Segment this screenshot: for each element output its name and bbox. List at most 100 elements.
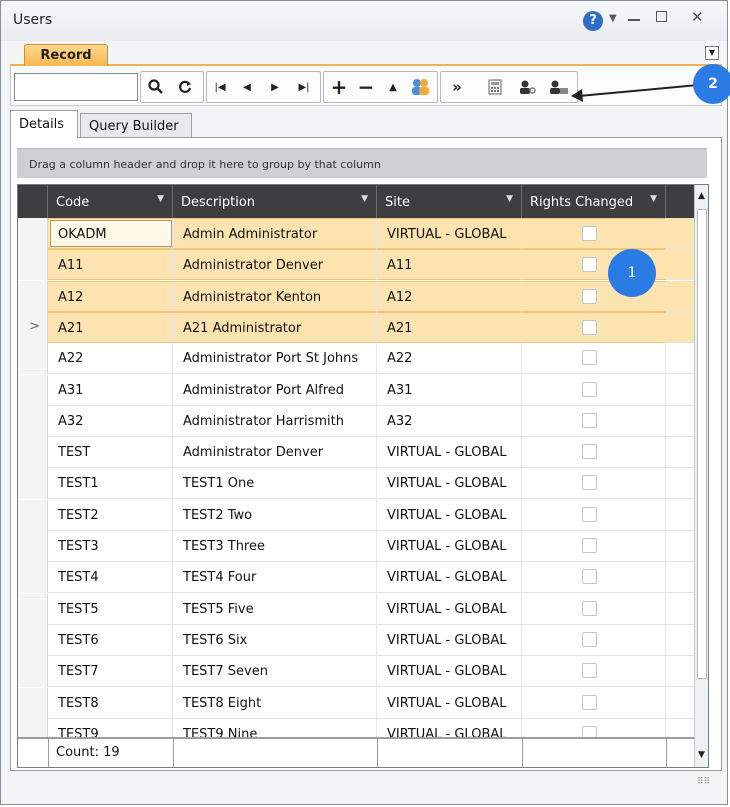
calculator-icon[interactable] — [482, 74, 508, 100]
row-indicator[interactable] — [18, 280, 48, 312]
description-cell[interactable]: TEST7 Seven — [173, 656, 377, 688]
table-row[interactable]: TEST7 TEST7 Seven VIRTUAL - GLOBAL — [18, 656, 694, 688]
last-record-icon[interactable]: ▶| — [290, 74, 318, 100]
description-cell[interactable]: TEST1 One — [173, 468, 377, 500]
maximize-icon[interactable] — [656, 11, 667, 22]
rights-changed-checkbox[interactable] — [582, 600, 597, 616]
code-cell[interactable]: TEST3 — [48, 531, 173, 562]
code-cell[interactable]: TEST5 — [48, 593, 173, 625]
collapse-ribbon-icon[interactable]: ▼ — [705, 46, 719, 60]
description-cell[interactable]: Administrator Kenton — [173, 280, 377, 312]
rights-changed-checkbox[interactable] — [582, 631, 597, 647]
code-cell[interactable]: TEST1 — [48, 468, 173, 500]
code-cell[interactable]: A22 — [48, 343, 173, 375]
code-cell[interactable]: OKADM — [48, 218, 173, 249]
rights-changed-checkbox[interactable] — [582, 257, 597, 273]
column-header-code[interactable]: Code ▼ — [48, 185, 173, 218]
code-cell[interactable]: A31 — [48, 374, 173, 406]
site-cell[interactable]: VIRTUAL - GLOBAL — [377, 562, 522, 594]
code-cell[interactable]: TEST4 — [48, 562, 173, 594]
rights-changed-checkbox[interactable] — [582, 381, 597, 397]
rights-changed-checkbox[interactable] — [582, 226, 597, 241]
code-cell[interactable]: TEST — [48, 437, 173, 469]
row-indicator[interactable] — [18, 593, 48, 625]
row-indicator[interactable] — [18, 218, 48, 249]
first-record-icon[interactable]: |◀ — [207, 74, 233, 100]
code-cell[interactable]: TEST8 — [48, 687, 173, 719]
row-indicator[interactable] — [18, 468, 48, 500]
code-cell[interactable]: TEST6 — [48, 624, 173, 656]
rights-changed-checkbox[interactable] — [582, 319, 597, 335]
rights-changed-checkbox[interactable] — [582, 475, 597, 491]
table-row[interactable]: > A21 A21 Administrator A21 — [18, 311, 694, 343]
description-cell[interactable]: A21 Administrator — [173, 311, 377, 343]
code-cell[interactable]: TEST2 — [48, 499, 173, 531]
more-icon[interactable]: » — [444, 74, 470, 100]
remove-icon[interactable]: − — [353, 74, 379, 100]
table-row[interactable]: TEST6 TEST6 Six VIRTUAL - GLOBAL — [18, 624, 694, 656]
description-cell[interactable]: TEST5 Five — [173, 593, 377, 625]
description-cell[interactable]: TEST8 Eight — [173, 687, 377, 719]
scroll-down-icon[interactable]: ▼ — [698, 750, 705, 760]
code-cell[interactable]: TEST7 — [48, 656, 173, 688]
filter-icon[interactable]: ▼ — [361, 194, 368, 204]
description-cell[interactable]: Administrator Denver — [173, 249, 377, 281]
table-row[interactable]: A32 Administrator Harrismith A32 — [18, 405, 694, 437]
dropdown-icon[interactable]: ▼ — [609, 13, 629, 33]
minimize-icon[interactable] — [628, 19, 640, 21]
site-cell[interactable]: VIRTUAL - GLOBAL — [377, 687, 522, 719]
row-indicator[interactable] — [18, 437, 48, 469]
column-header-description[interactable]: Description ▼ — [173, 185, 377, 218]
search-icon[interactable] — [143, 74, 169, 100]
refresh-icon[interactable] — [172, 74, 198, 100]
description-cell[interactable]: Administrator Denver — [173, 437, 377, 469]
table-row[interactable]: TEST5 TEST5 Five VIRTUAL - GLOBAL — [18, 593, 694, 625]
filter-icon[interactable]: ▼ — [650, 194, 657, 204]
close-icon[interactable]: ✕ — [691, 8, 711, 28]
table-row[interactable]: TEST3 TEST3 Three VIRTUAL - GLOBAL — [18, 531, 694, 562]
up-icon[interactable]: ▲ — [380, 74, 406, 100]
vertical-scrollbar[interactable]: ▲ ▼ — [694, 185, 708, 767]
site-cell[interactable]: A22 — [377, 343, 522, 375]
table-row[interactable]: TEST8 TEST8 Eight VIRTUAL - GLOBAL — [18, 687, 694, 719]
site-cell[interactable]: VIRTUAL - GLOBAL — [377, 593, 522, 625]
scroll-thumb[interactable] — [697, 209, 707, 679]
site-cell[interactable]: VIRTUAL - GLOBAL — [377, 468, 522, 500]
scroll-up-icon[interactable]: ▲ — [698, 191, 705, 201]
row-indicator[interactable]: > — [18, 311, 48, 343]
site-cell[interactable]: A11 — [377, 249, 522, 281]
row-indicator[interactable] — [18, 343, 48, 375]
rights-changed-checkbox[interactable] — [582, 538, 597, 553]
site-cell[interactable]: VIRTUAL - GLOBAL — [377, 624, 522, 656]
rights-changed-checkbox[interactable] — [582, 412, 597, 428]
row-indicator[interactable] — [18, 687, 48, 719]
record-tab[interactable]: Record — [24, 44, 108, 68]
table-row[interactable]: A22 Administrator Port St Johns A22 — [18, 343, 694, 375]
site-cell[interactable]: VIRTUAL - GLOBAL — [377, 499, 522, 531]
add-icon[interactable]: + — [326, 74, 352, 100]
rights-changed-checkbox[interactable] — [582, 288, 597, 304]
users-icon[interactable] — [406, 74, 434, 100]
rights-changed-checkbox[interactable] — [582, 569, 597, 585]
table-row[interactable]: A31 Administrator Port Alfred A31 — [18, 374, 694, 406]
site-cell[interactable]: A12 — [377, 280, 522, 312]
help-icon[interactable]: ? — [583, 11, 603, 31]
filter-icon[interactable]: ▼ — [506, 194, 513, 204]
site-cell[interactable]: VIRTUAL - GLOBAL — [377, 437, 522, 469]
table-row[interactable]: A11 Administrator Denver A11 — [18, 249, 694, 281]
tab-query-builder[interactable]: Query Builder — [80, 113, 192, 138]
row-indicator[interactable] — [18, 624, 48, 656]
user-settings-icon[interactable] — [515, 74, 541, 100]
table-row[interactable]: A12 Administrator Kenton A12 — [18, 280, 694, 312]
search-input[interactable] — [14, 73, 138, 101]
row-indicator[interactable] — [18, 405, 48, 437]
group-by-hint[interactable]: Drag a column header and drop it here to… — [17, 148, 707, 178]
code-cell[interactable]: A32 — [48, 405, 173, 437]
column-header-site[interactable]: Site ▼ — [377, 185, 522, 218]
row-indicator[interactable] — [18, 249, 48, 281]
column-header-rights-changed[interactable]: Rights Changed ▼ — [522, 185, 666, 218]
site-cell[interactable]: VIRTUAL - GLOBAL — [377, 531, 522, 562]
code-cell[interactable]: A12 — [48, 280, 173, 312]
row-indicator[interactable] — [18, 499, 48, 531]
site-cell[interactable]: VIRTUAL - GLOBAL — [377, 656, 522, 688]
